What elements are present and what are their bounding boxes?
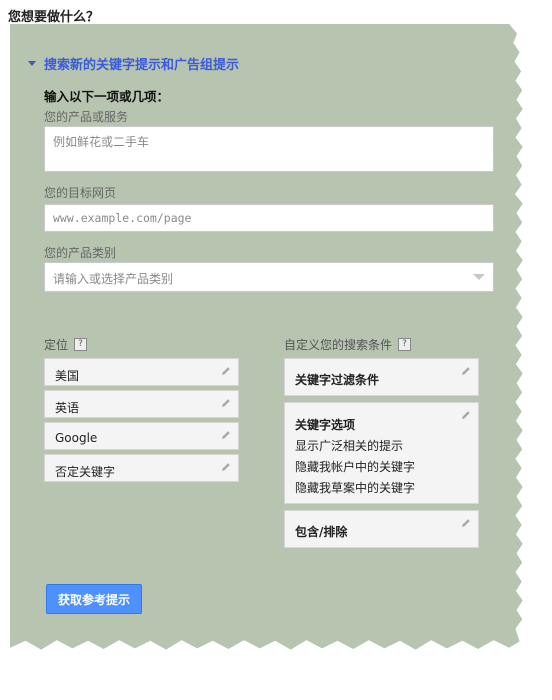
keyword-filter-label: 关键字过滤条件 — [295, 373, 380, 387]
include-exclude-card[interactable]: 包含/排除 — [284, 510, 479, 548]
get-ideas-button[interactable]: 获取参考提示 — [46, 584, 142, 614]
keyword-filter-card[interactable]: 关键字过滤条件 — [284, 358, 479, 396]
category-select[interactable]: 请输入或选择产品类别 — [44, 262, 494, 292]
pencil-icon[interactable] — [220, 429, 232, 441]
landing-page-label: 您的目标网页 — [44, 186, 117, 200]
category-label: 您的产品类别 — [44, 246, 117, 260]
page-title: 您想要做什么？ — [8, 10, 100, 25]
pencil-icon[interactable] — [220, 397, 232, 409]
product-placeholder: 例如鲜花或二手车 — [53, 135, 150, 149]
page-header: 您想要做什么？ — [0, 0, 552, 25]
targeting-item-negative-keywords[interactable]: 否定关键字 — [44, 454, 239, 482]
keyword-options-card[interactable]: 关键字选项 显示广泛相关的提示 隐藏我帐户中的关键字 隐藏我草案中的关键字 — [284, 402, 479, 504]
pencil-icon[interactable] — [460, 517, 472, 529]
targeting-item-label: 美国 — [55, 369, 80, 383]
keyword-tool-panel: 搜索新的关键字提示和广告组提示 输入以下一项或几项： 您的产品或服务 例如鲜花或… — [10, 24, 523, 650]
targeting-item-label: 否定关键字 — [55, 465, 116, 479]
help-icon[interactable]: ? — [74, 338, 88, 351]
include-exclude-label: 包含/排除 — [295, 525, 348, 539]
product-textarea[interactable]: 例如鲜花或二手车 — [44, 126, 494, 172]
pencil-icon[interactable] — [460, 409, 472, 421]
category-placeholder: 请输入或选择产品类别 — [53, 272, 174, 286]
pencil-icon[interactable] — [220, 461, 232, 473]
landing-page-input[interactable]: www.example.com/page — [44, 204, 494, 232]
targeting-item-network[interactable]: Google — [44, 422, 239, 450]
pencil-icon[interactable] — [460, 365, 472, 377]
custom-criteria-header: 自定义您的搜索条件 ? — [284, 336, 412, 353]
targeting-item-country[interactable]: 美国 — [44, 358, 239, 386]
chevron-down-icon — [473, 274, 485, 280]
pencil-icon[interactable] — [220, 365, 232, 377]
triangle-down-icon — [28, 61, 36, 66]
targeting-item-label: 英语 — [55, 401, 80, 415]
targeting-header-label: 定位 — [44, 338, 69, 352]
keyword-option-line: 显示广泛相关的提示 — [295, 439, 404, 453]
section-toggle-label[interactable]: 搜索新的关键字提示和广告组提示 — [44, 54, 239, 73]
keyword-option-line: 隐藏我草案中的关键字 — [295, 481, 416, 495]
section-toggle[interactable]: 搜索新的关键字提示和广告组提示 — [28, 54, 239, 73]
targeting-item-label: Google — [55, 431, 98, 445]
targeting-item-language[interactable]: 英语 — [44, 390, 239, 418]
keyword-options-title: 关键字选项 — [295, 418, 356, 432]
product-label: 您的产品或服务 — [44, 110, 129, 124]
help-icon[interactable]: ? — [398, 338, 412, 351]
keyword-option-line: 隐藏我帐户中的关键字 — [295, 460, 416, 474]
targeting-header: 定位 ? — [44, 336, 88, 353]
landing-page-placeholder: www.example.com/page — [53, 211, 192, 225]
custom-criteria-header-label: 自定义您的搜索条件 — [284, 338, 393, 352]
form-heading: 输入以下一项或几项： — [44, 89, 170, 104]
